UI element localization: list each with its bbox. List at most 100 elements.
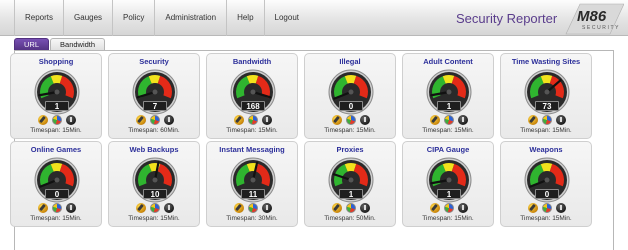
menu-gauges[interactable]: Gauges [64, 0, 114, 36]
edit-icon[interactable] [234, 115, 244, 125]
gauge-timespan: Timespan: 15Min. [30, 127, 82, 134]
power-icon[interactable] [458, 115, 468, 125]
gauge-title: Online Games [30, 145, 82, 154]
gauge-value: 0 [339, 101, 363, 111]
menu-logout[interactable]: Logout [265, 0, 309, 36]
gauge-card-shopping[interactable]: Shopping 1 Timespan: 15Min. [10, 53, 102, 139]
gauge-actions [501, 203, 591, 215]
gauge-timespan: Timespan: 15Min. [324, 127, 376, 134]
gauge-value: 7 [143, 101, 167, 111]
gauge-actions [501, 115, 591, 127]
svg-text:M86: M86 [577, 8, 607, 25]
gauge-value: 1 [437, 101, 461, 111]
gauge-actions [11, 115, 101, 127]
menu-reports[interactable]: Reports [14, 0, 65, 36]
power-icon[interactable] [262, 203, 272, 213]
gauge-timespan: Timespan: 15Min. [520, 215, 572, 222]
edit-icon[interactable] [332, 115, 342, 125]
edit-icon[interactable] [136, 203, 146, 213]
edit-icon[interactable] [332, 203, 342, 213]
gauge-grid: Shopping 1 Timespan: 15Min. Security 7 T… [10, 53, 618, 227]
gauge-timespan: Timespan: 15Min. [226, 127, 278, 134]
pie-chart-icon[interactable] [248, 115, 258, 125]
gauge-value: 73 [535, 101, 559, 111]
gauge-value: 10 [143, 189, 167, 199]
gauge-title: Shopping [38, 57, 74, 66]
gauge-card-cipa-gauge[interactable]: CIPA Gauge 1 Timespan: 15Min. [402, 141, 494, 227]
power-icon[interactable] [360, 115, 370, 125]
gauge-timespan: Timespan: 30Min. [226, 215, 278, 222]
gauge-card-weapons[interactable]: Weapons 0 Timespan: 15Min. [500, 141, 592, 227]
pie-chart-icon[interactable] [542, 115, 552, 125]
gauge-card-bandwidth[interactable]: Bandwidth 168 Timespan: 15Min. [206, 53, 298, 139]
power-icon[interactable] [556, 203, 566, 213]
edit-icon[interactable] [136, 115, 146, 125]
gauge-timespan: Timespan: 15Min. [128, 215, 180, 222]
gauge-actions [109, 115, 199, 127]
top-navigation-bar: Reports Gauges Policy Administration Hel… [0, 0, 628, 36]
gauge-value: 0 [535, 189, 559, 199]
gauge-card-time-wasting-sites[interactable]: Time Wasting Sites 73 Timespan: 15Min. [500, 53, 592, 139]
pie-chart-icon[interactable] [542, 203, 552, 213]
gauge-actions [305, 203, 395, 215]
pie-chart-icon[interactable] [150, 203, 160, 213]
svg-text:SECURITY: SECURITY [582, 25, 620, 31]
gauge-title: Security [139, 57, 169, 66]
menu-help[interactable]: Help [227, 0, 265, 36]
gauge-actions [403, 115, 493, 127]
edit-icon[interactable] [38, 115, 48, 125]
gauge-timespan: Timespan: 60Min. [128, 127, 180, 134]
edit-icon[interactable] [430, 203, 440, 213]
pie-chart-icon[interactable] [52, 203, 62, 213]
power-icon[interactable] [458, 203, 468, 213]
pie-chart-icon[interactable] [444, 115, 454, 125]
gauge-title: Instant Messaging [219, 145, 285, 154]
m86-security-logo: M86 SECURITY [565, 3, 624, 35]
main-menu: Reports Gauges Policy Administration Hel… [14, 0, 309, 36]
power-icon[interactable] [66, 115, 76, 125]
power-icon[interactable] [66, 203, 76, 213]
pie-chart-icon[interactable] [150, 115, 160, 125]
power-icon[interactable] [360, 203, 370, 213]
edit-icon[interactable] [234, 203, 244, 213]
gauge-card-adult-content[interactable]: Adult Content 1 Timespan: 15Min. [402, 53, 494, 139]
gauge-actions [207, 203, 297, 215]
gauge-timespan: Timespan: 15Min. [422, 127, 474, 134]
edit-icon[interactable] [528, 203, 538, 213]
gauge-timespan: Timespan: 15Min. [422, 215, 474, 222]
power-icon[interactable] [262, 115, 272, 125]
gauge-title: Illegal [339, 57, 361, 66]
menu-policy[interactable]: Policy [113, 0, 156, 36]
gauge-actions [207, 115, 297, 127]
gauge-title: Proxies [336, 145, 364, 154]
gauge-card-instant-messaging[interactable]: Instant Messaging 11 Timespan: 30Min. [206, 141, 298, 227]
gauge-card-proxies[interactable]: Proxies 1 Timespan: 50Min. [304, 141, 396, 227]
gauge-title: Adult Content [423, 57, 473, 66]
gauge-card-web-backups[interactable]: Web Backups 10 Timespan: 15Min. [108, 141, 200, 227]
menu-administration[interactable]: Administration [155, 0, 228, 36]
gauge-actions [403, 203, 493, 215]
power-icon[interactable] [556, 115, 566, 125]
pie-chart-icon[interactable] [346, 115, 356, 125]
pie-chart-icon[interactable] [52, 115, 62, 125]
gauge-title: CIPA Gauge [426, 145, 470, 154]
edit-icon[interactable] [528, 115, 538, 125]
gauge-value: 0 [45, 189, 69, 199]
gauge-title: Bandwidth [232, 57, 272, 66]
pie-chart-icon[interactable] [248, 203, 258, 213]
gauge-card-illegal[interactable]: Illegal 0 Timespan: 15Min. [304, 53, 396, 139]
gauge-timespan: Timespan: 50Min. [324, 215, 376, 222]
gauge-title: Time Wasting Sites [511, 57, 581, 66]
gauge-card-security[interactable]: Security 7 Timespan: 60Min. [108, 53, 200, 139]
pie-chart-icon[interactable] [444, 203, 454, 213]
gauge-value: 1 [45, 101, 69, 111]
gauge-card-online-games[interactable]: Online Games 0 Timespan: 15Min. [10, 141, 102, 227]
power-icon[interactable] [164, 115, 174, 125]
pie-chart-icon[interactable] [346, 203, 356, 213]
edit-icon[interactable] [38, 203, 48, 213]
app-title: Security Reporter [456, 11, 558, 26]
gauge-actions [305, 115, 395, 127]
gauge-title: Web Backups [129, 145, 179, 154]
edit-icon[interactable] [430, 115, 440, 125]
power-icon[interactable] [164, 203, 174, 213]
